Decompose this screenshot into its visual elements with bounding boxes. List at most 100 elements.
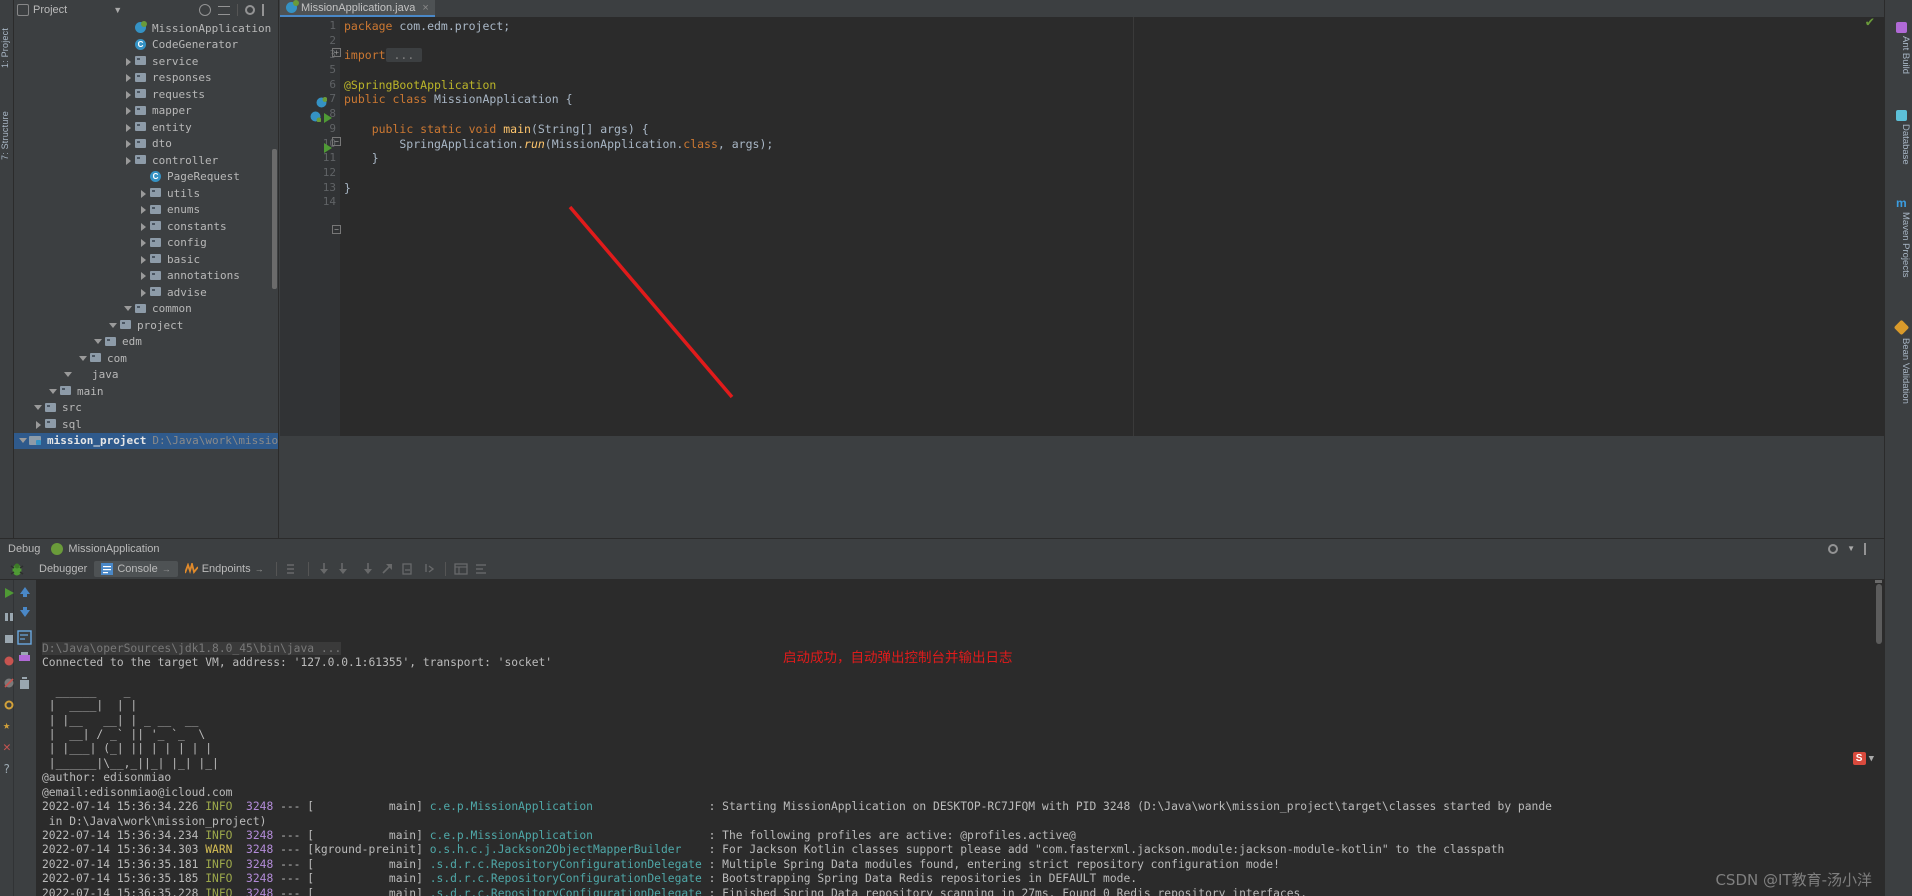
expand-arrow-icon[interactable] [123, 105, 134, 116]
expand-arrow-icon[interactable] [123, 89, 134, 100]
tree-node-label: constants [167, 219, 227, 233]
show-execution-point-icon[interactable] [285, 561, 300, 576]
annotation-note-chinese: 启动成功，自动弹出控制台并输出日志 [783, 650, 1013, 666]
soft-wrap-icon[interactable] [17, 630, 32, 645]
step-out-icon[interactable] [380, 561, 395, 576]
expand-arrow-icon[interactable] [138, 287, 149, 298]
tab-mission-application-java[interactable]: MissionApplication.java × [280, 0, 435, 17]
project-tree-scrollbar[interactable] [272, 149, 277, 289]
tree-node[interactable]: annotations [14, 268, 278, 285]
tree-node[interactable]: main [14, 383, 278, 400]
tool-button-maven-projects[interactable]: Maven Projects [1895, 212, 1911, 308]
tree-node[interactable]: utils [14, 185, 278, 202]
expand-arrow-icon[interactable] [138, 254, 149, 265]
spring-bean-gutter-icon[interactable] [310, 107, 322, 126]
collapse-all-icon[interactable] [218, 5, 230, 15]
project-tree[interactable]: MissionApplication CodeGenerator service re… [14, 19, 278, 538]
expand-arrow-icon[interactable] [138, 237, 149, 248]
tree-node[interactable]: requests [14, 86, 278, 103]
tree-node[interactable]: com [14, 350, 278, 367]
console-output[interactable]: D:\Java\operSources\jdk1.8.0_45\bin\java… [36, 580, 1884, 896]
settings-icon[interactable] [475, 561, 490, 576]
expand-arrow-icon[interactable] [138, 270, 149, 281]
tree-node[interactable]: CodeGenerator [14, 37, 278, 54]
scroll-down-icon[interactable] [18, 604, 32, 618]
collapse-arrow-icon[interactable] [123, 303, 134, 314]
trash-icon[interactable] [17, 676, 31, 690]
tree-node[interactable]: PageRequest [14, 169, 278, 186]
tree-node[interactable]: advise [14, 284, 278, 301]
print-icon[interactable] [17, 650, 31, 664]
gear-icon[interactable] [1828, 543, 1839, 554]
tree-node[interactable]: edm [14, 334, 278, 351]
code-editor[interactable]: 1 2 3 5 6 7 8 9 10 11 12 13 14 + − − package com.edm.pr… [280, 17, 1884, 538]
step-into-icon[interactable] [338, 561, 353, 576]
pin-tab-icon[interactable]: → [162, 564, 171, 574]
hide-panel-icon[interactable] [262, 3, 274, 16]
collapse-arrow-icon[interactable] [48, 386, 59, 397]
chevron-down-icon[interactable]: ▼ [113, 5, 122, 15]
step-over-icon[interactable] [317, 561, 332, 576]
expand-arrow-icon[interactable] [123, 122, 134, 133]
tool-button-ant-build[interactable]: Ant Build [1895, 36, 1911, 98]
pin-tab-icon[interactable]: → [255, 564, 264, 574]
tree-node[interactable]: config [14, 235, 278, 252]
tool-button-structure[interactable]: 7: Structure [0, 78, 14, 160]
tree-node[interactable]: service [14, 53, 278, 70]
collapse-arrow-icon[interactable] [18, 435, 29, 446]
collapse-arrow-icon[interactable] [78, 353, 89, 364]
console-scrollbar[interactable] [1876, 584, 1882, 644]
expand-arrow-icon[interactable] [123, 72, 134, 83]
drop-frame-icon[interactable] [401, 561, 416, 576]
tree-node[interactable]: enums [14, 202, 278, 219]
spring-status-badge[interactable]: S ▼ [1852, 752, 1874, 765]
tree-node[interactable]: controller [14, 152, 278, 169]
chevron-down-icon[interactable]: ▼ [1869, 754, 1874, 764]
collapse-arrow-icon[interactable] [63, 369, 74, 380]
tool-button-database[interactable]: Database [1895, 124, 1911, 182]
close-icon[interactable]: × [422, 2, 428, 14]
expand-arrow-icon[interactable] [138, 188, 149, 199]
run-gutter-icon[interactable] [324, 108, 333, 127]
tree-node[interactable]: mission_project D:\Java\work\mission_p [14, 432, 278, 449]
expand-arrow-icon[interactable] [123, 155, 134, 166]
expand-arrow-icon[interactable] [138, 221, 149, 232]
expand-arrow-icon[interactable] [123, 56, 134, 67]
evaluate-expression-icon[interactable] [453, 561, 469, 576]
code-token: } [344, 180, 351, 195]
debug-tab-console[interactable]: Console → [94, 560, 178, 577]
debug-tab-debugger[interactable]: Debugger [32, 561, 94, 577]
tree-node[interactable]: common [14, 301, 278, 318]
chevron-down-icon[interactable]: ▼ [1847, 544, 1855, 553]
tree-node[interactable]: basic [14, 251, 278, 268]
locate-icon[interactable] [199, 3, 211, 16]
expand-arrow-icon[interactable] [33, 419, 44, 430]
debug-tab-endpoints[interactable]: Endpoints → [178, 561, 271, 577]
tree-node[interactable]: MissionApplication [14, 20, 278, 37]
code-token[interactable]: ... [385, 48, 423, 63]
scroll-up-icon[interactable] [18, 584, 32, 598]
tree-node[interactable]: sql [14, 416, 278, 433]
collapse-arrow-icon[interactable] [33, 402, 44, 413]
collapse-arrow-icon[interactable] [108, 320, 119, 331]
tool-button-bean-validation[interactable]: Bean Validation [1895, 338, 1911, 440]
hide-panel-icon[interactable] [1864, 542, 1876, 555]
tree-node[interactable]: dto [14, 136, 278, 153]
tree-node[interactable]: entity [14, 119, 278, 136]
collapse-arrow-icon[interactable] [93, 336, 104, 347]
tree-node[interactable]: mapper [14, 103, 278, 120]
tree-node[interactable]: project [14, 317, 278, 334]
tree-node[interactable]: responses [14, 70, 278, 87]
tree-node[interactable]: java [14, 367, 278, 384]
run-to-cursor-icon[interactable] [422, 561, 437, 576]
gear-icon[interactable] [245, 4, 255, 15]
tool-button-project[interactable]: 1: Project [0, 6, 14, 68]
java-command-path: D:\Java\operSources\jdk1.8.0_45\bin\java… [42, 641, 342, 655]
expand-arrow-icon[interactable] [123, 138, 134, 149]
force-step-into-icon[interactable] [359, 561, 374, 576]
project-view-icon[interactable] [17, 3, 29, 16]
expand-arrow-icon[interactable] [138, 204, 149, 215]
tree-node[interactable]: constants [14, 218, 278, 235]
tree-node[interactable]: src [14, 400, 278, 417]
